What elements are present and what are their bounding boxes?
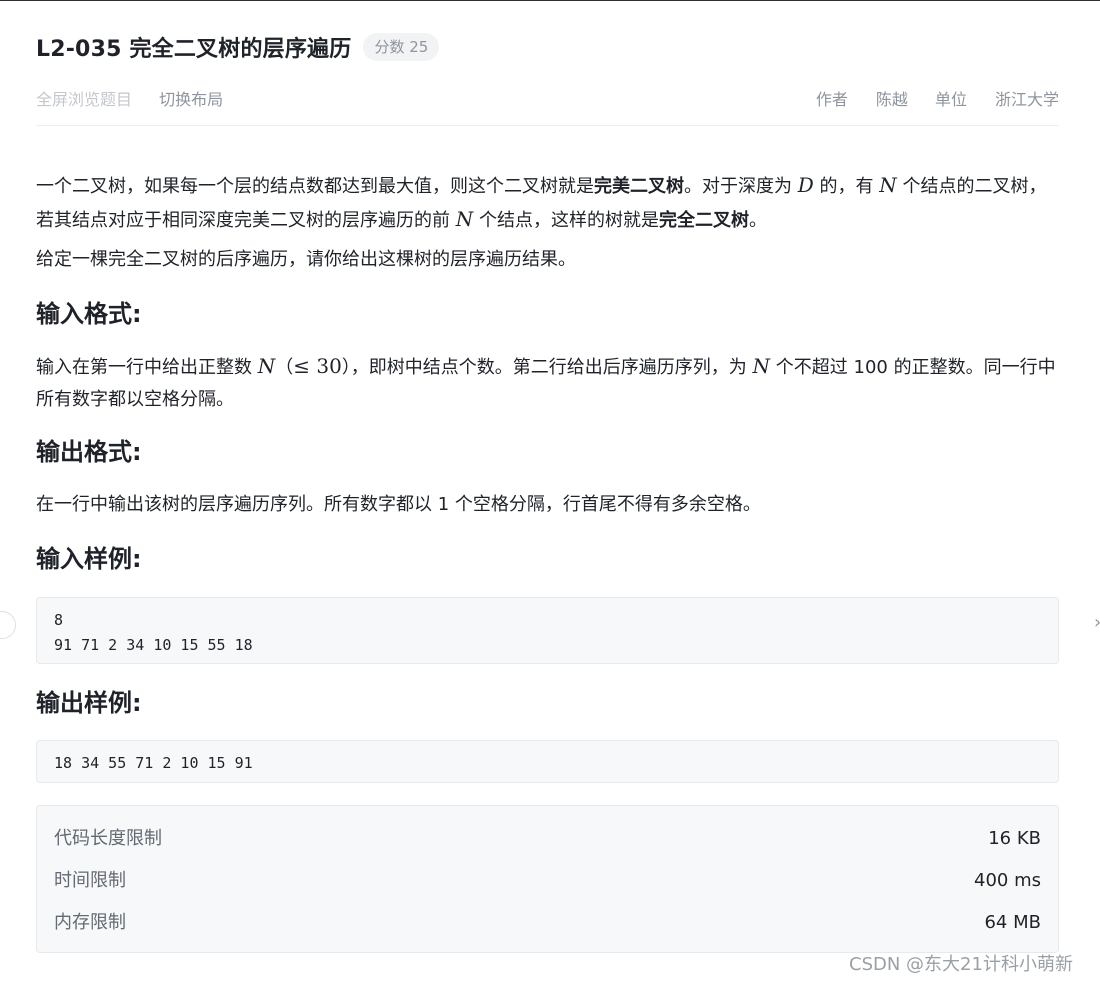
meta-actions: 全屏浏览题目 切换布局 [36, 86, 245, 110]
input-format-text: 输入在第一行中给出正整数 N（≤ 30），即树中结点个数。第二行给出后序遍历序列… [36, 350, 1059, 416]
unit-label: 单位 [934, 90, 967, 109]
limit-label: 内存限制 [54, 912, 126, 933]
math-D: D [797, 173, 814, 197]
author-label: 作者 [815, 90, 848, 109]
limit-value: 400 ms [974, 870, 1041, 891]
limit-row-memory: 内存限制 64 MB [54, 902, 1041, 944]
limit-value: 16 KB [988, 828, 1041, 849]
limit-row-time: 时间限制 400 ms [54, 860, 1041, 902]
input-format-heading: 输入格式: [36, 300, 142, 328]
author-value: 陈越 [875, 90, 908, 109]
math-N: N [879, 173, 897, 197]
limit-label: 代码长度限制 [54, 828, 162, 849]
math-N: N [455, 207, 474, 231]
fullscreen-button[interactable]: 全屏浏览题目 [36, 90, 132, 109]
desc-text: 的，有 [813, 176, 880, 197]
meta-info: 作者 陈越 单位 浙江大学 [816, 86, 1059, 110]
desc-text: 一个二叉树，如果每一个层的结点数都达到最大值，则这个二叉树就是 [36, 176, 594, 197]
description-paragraph-2: 给定一棵完全二叉树的后序遍历，请你给出这棵树的层序遍历结果。 [36, 249, 576, 270]
code-line: 91 71 2 34 10 15 55 18 [54, 636, 253, 654]
math-N: N [257, 354, 276, 378]
sample-output-heading: 输出样例: [36, 689, 142, 717]
sample-input-heading: 输入样例: [36, 545, 142, 573]
limits-panel: 代码长度限制 16 KB 时间限制 400 ms 内存限制 64 MB [36, 805, 1059, 953]
code-line: 18 34 55 71 2 10 15 91 [54, 754, 253, 772]
limit-row-code-length: 代码长度限制 16 KB [54, 818, 1041, 860]
limit-value: 64 MB [984, 912, 1041, 933]
desc-bold-perfect-tree: 完美二叉树 [594, 176, 684, 197]
switch-layout-button[interactable]: 切换布局 [159, 90, 223, 109]
sample-output-code[interactable]: 18 34 55 71 2 10 15 91 [36, 740, 1059, 783]
unit-value: 浙江大学 [994, 90, 1059, 109]
sample-input-code[interactable]: 8 91 71 2 34 10 15 55 18 [36, 597, 1059, 664]
desc-text: 。对于深度为 [684, 176, 798, 197]
input-text: （ [275, 357, 294, 378]
window-top-border [0, 0, 1100, 1]
desc-bold-complete-tree: 完全二叉树 [658, 210, 749, 231]
next-problem-button[interactable]: › [1094, 612, 1100, 633]
desc-text: 。 [748, 210, 767, 231]
output-format-heading: 输出格式: [36, 438, 142, 466]
meta-row: 全屏浏览题目 切换布局 作者 陈越 单位 浙江大学 [36, 86, 1059, 110]
unit-info: 单位 浙江大学 [935, 90, 1059, 109]
csdn-watermark: CSDN @东大21计科小萌新 [849, 954, 1073, 975]
limit-label: 时间限制 [54, 870, 126, 891]
description-paragraph-1: 一个二叉树，如果每一个层的结点数都达到最大值，则这个二叉树就是完美二叉树。对于深… [36, 169, 1059, 237]
output-format-text: 在一行中输出该树的层序遍历序列。所有数字都以 1 个空格分隔，行首尾不得有多余空… [36, 494, 761, 515]
math-le-30: ≤ 30 [293, 354, 342, 378]
prev-problem-button[interactable] [0, 611, 16, 639]
code-line: 8 [54, 611, 64, 629]
math-N: N [752, 354, 771, 378]
author-info: 作者 陈越 [816, 90, 908, 109]
problem-title: L2-035 完全二叉树的层序遍历 [36, 37, 352, 62]
input-text: 输入在第一行中给出正整数 [36, 357, 258, 378]
title-row: L2-035 完全二叉树的层序遍历 分数 25 [36, 30, 440, 64]
header-divider [36, 125, 1059, 126]
desc-text: 个结点，这样的树就是 [473, 210, 659, 231]
score-badge: 分数 25 [363, 33, 440, 61]
input-text: ），即树中结点个数。第二行给出后序遍历序列，为 [341, 357, 753, 378]
